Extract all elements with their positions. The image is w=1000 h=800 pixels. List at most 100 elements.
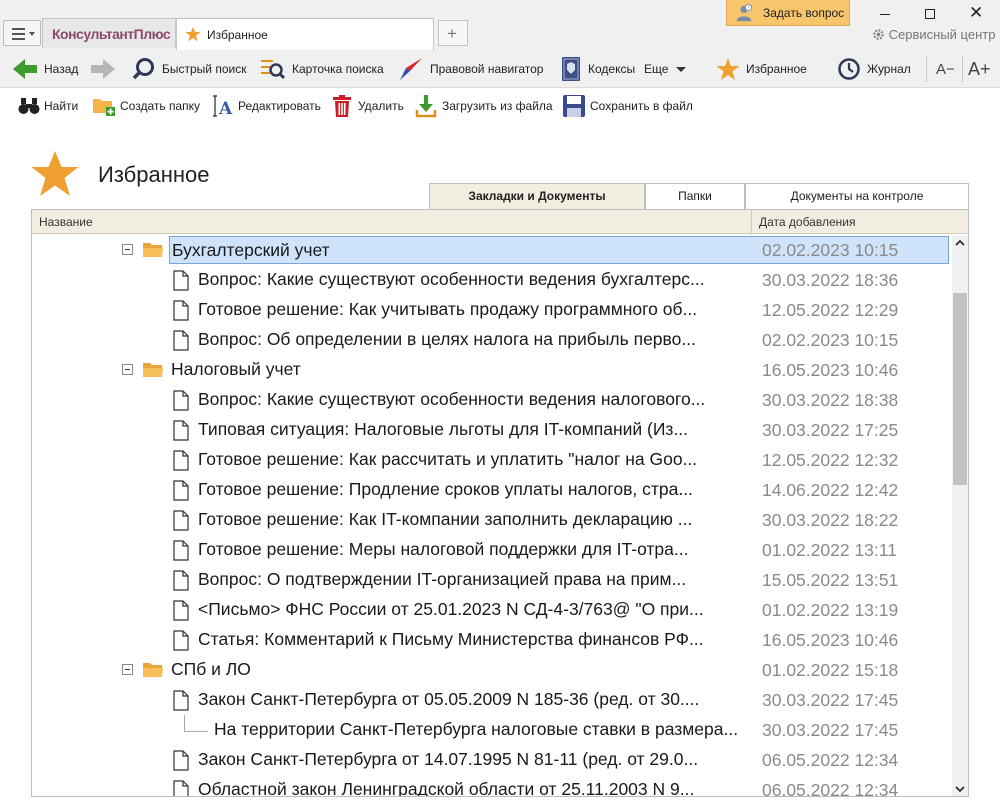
trash-icon	[333, 95, 351, 117]
close-button[interactable]: ✕	[960, 3, 990, 24]
row-title[interactable]: <Письмо> ФНС России от 25.01.2023 N СД-4…	[196, 596, 744, 624]
ask-question-label: Задать вопрос	[763, 6, 845, 20]
row-title[interactable]: Вопрос: Какие существуют особенности вед…	[196, 266, 744, 294]
forward-button[interactable]	[90, 50, 116, 88]
collapse-toggle[interactable]	[122, 664, 133, 675]
document-row[interactable]: Закон Санкт-Петербурга от 05.05.2009 N 1…	[32, 685, 952, 715]
favorites-star-icon	[31, 151, 79, 196]
minimize-button[interactable]	[870, 4, 900, 24]
document-row[interactable]: Областной закон Ленинградской области от…	[32, 775, 952, 796]
floppy-disk-icon	[563, 95, 585, 117]
row-title[interactable]: Вопрос: Какие существуют особенности вед…	[196, 386, 744, 414]
main-toolbar: Назад Быстрый поиск Карточка поиска Прав…	[0, 50, 1000, 88]
row-title[interactable]: Закон Санкт-Петербурга от 14.07.1995 N 8…	[196, 746, 744, 774]
document-row[interactable]: Вопрос: О подтверждении IT-организацией …	[32, 565, 952, 595]
folder-row[interactable]: СПб и ЛО 01.02.2022 15:18	[32, 655, 952, 685]
document-row[interactable]: Статья: Комментарий к Письму Министерств…	[32, 625, 952, 655]
quick-search-button[interactable]: Быстрый поиск	[132, 50, 246, 88]
document-row[interactable]: Типовая ситуация: Налоговые льготы для I…	[32, 415, 952, 445]
document-icon	[173, 750, 189, 771]
document-row[interactable]: Вопрос: Об определении в целях налога на…	[32, 325, 952, 355]
document-row[interactable]: Готовое решение: Как учитывать продажу п…	[32, 295, 952, 325]
new-tab-button[interactable]: +	[438, 20, 468, 46]
row-title[interactable]: Готовое решение: Продление сроков уплаты…	[196, 476, 744, 504]
minus-icon	[125, 249, 130, 250]
tab-controlled-documents[interactable]: Документы на контроле	[745, 183, 969, 210]
tab-folders[interactable]: Папки	[645, 183, 745, 210]
document-row[interactable]: Закон Санкт-Петербурга от 14.07.1995 N 8…	[32, 745, 952, 775]
back-button[interactable]: Назад	[12, 50, 78, 88]
scroll-up-icon[interactable]	[952, 235, 968, 251]
table-body: Бухгалтерский учет 02.02.2023 10:15 Вопрос…	[32, 235, 952, 796]
row-title[interactable]: Готовое решение: Как IT-компании заполни…	[196, 506, 744, 534]
create-folder-button[interactable]: Создать папку	[92, 92, 200, 120]
load-from-file-button[interactable]: Загрузить из файла	[414, 92, 553, 120]
tree-connector	[184, 715, 185, 731]
document-icon	[173, 450, 189, 471]
delete-button[interactable]: Удалить	[330, 92, 404, 120]
more-menu-button[interactable]: Еще	[644, 50, 688, 88]
legal-navigator-button[interactable]: Правовой навигатор	[398, 50, 543, 88]
scrollbar-thumb[interactable]	[953, 293, 967, 485]
ask-question-button[interactable]: ? Задать вопрос	[726, 0, 850, 26]
document-row[interactable]: Готовое решение: Продление сроков уплаты…	[32, 475, 952, 505]
chevron-down-icon	[29, 32, 35, 36]
row-title[interactable]: Статья: Комментарий к Письму Министерств…	[196, 626, 744, 654]
font-increase-button[interactable]: A+	[968, 50, 991, 88]
row-title[interactable]: На территории Санкт-Петербурга налоговые…	[212, 716, 742, 744]
main-menu-button[interactable]	[3, 20, 41, 46]
create-folder-label: Создать папку	[120, 99, 200, 113]
row-title[interactable]: Готовое решение: Как рассчитать и уплати…	[196, 446, 744, 474]
document-row[interactable]: Готовое решение: Как IT-компании заполни…	[32, 505, 952, 535]
row-title[interactable]: Готовое решение: Как учитывать продажу п…	[196, 296, 744, 324]
row-title[interactable]: Областной закон Ленинградской области от…	[196, 776, 744, 796]
codes-button[interactable]: Кодексы	[560, 50, 635, 88]
table-header: Название Дата добавления	[32, 210, 968, 234]
collapse-toggle[interactable]	[122, 244, 133, 255]
column-header-name[interactable]: Название	[39, 215, 93, 229]
find-button[interactable]: Найти	[18, 92, 78, 120]
favorites-label: Избранное	[746, 62, 807, 76]
document-row[interactable]: Вопрос: Какие существуют особенности вед…	[32, 385, 952, 415]
folder-row[interactable]: Налоговый учет 16.05.2023 10:46	[32, 355, 952, 385]
scroll-down-icon[interactable]	[952, 781, 968, 797]
service-center-link[interactable]: Сервисный центр	[872, 27, 995, 42]
column-divider[interactable]	[751, 210, 752, 234]
document-icon	[173, 570, 189, 591]
search-card-icon	[261, 60, 286, 80]
document-row[interactable]: Вопрос: Какие существуют особенности вед…	[32, 265, 952, 295]
favorites-table: Название Дата добавления Бухгалтерский у…	[31, 209, 969, 797]
journal-label: Журнал	[867, 62, 911, 76]
column-header-date[interactable]: Дата добавления	[759, 215, 855, 229]
favorites-button[interactable]: Избранное	[716, 50, 807, 88]
row-date: 16.05.2023 10:46	[762, 630, 899, 650]
clock-icon	[838, 58, 860, 80]
folder-row[interactable]: Бухгалтерский учет 02.02.2023 10:15	[32, 235, 952, 265]
minimize-icon	[880, 14, 890, 15]
search-card-button[interactable]: Карточка поиска	[260, 50, 384, 88]
document-row[interactable]: Готовое решение: Меры налоговой поддержк…	[32, 535, 952, 565]
tab-consultant-logo[interactable]: КонсультантПлюс	[42, 18, 176, 48]
row-title[interactable]: Типовая ситуация: Налоговые льготы для I…	[196, 416, 744, 444]
vertical-scrollbar[interactable]	[952, 235, 968, 797]
row-date: 30.03.2022 17:45	[762, 720, 899, 740]
edit-button[interactable]: A Редактировать	[210, 92, 321, 120]
row-title[interactable]: Вопрос: Об определении в целях налога на…	[196, 326, 744, 354]
collapse-toggle[interactable]	[122, 364, 133, 375]
document-row[interactable]: Готовое решение: Как рассчитать и уплати…	[32, 445, 952, 475]
row-title[interactable]: Закон Санкт-Петербурга от 05.05.2009 N 1…	[196, 686, 744, 714]
tab-bookmarks-documents[interactable]: Закладки и Документы	[429, 183, 645, 210]
journal-button[interactable]: Журнал	[837, 50, 911, 88]
row-title[interactable]: Готовое решение: Меры налоговой поддержк…	[196, 536, 744, 564]
document-row[interactable]: <Письмо> ФНС России от 25.01.2023 N СД-4…	[32, 595, 952, 625]
maximize-button[interactable]	[915, 4, 945, 24]
row-date: 14.06.2022 12:42	[762, 480, 899, 500]
save-to-file-button[interactable]: Сохранить в файл	[562, 92, 693, 120]
row-title[interactable]: Вопрос: О подтверждении IT-организацией …	[196, 566, 744, 594]
document-icon	[173, 690, 189, 711]
folder-icon	[143, 243, 163, 257]
bookmark-row[interactable]: На территории Санкт-Петербурга налоговые…	[32, 715, 952, 745]
save-to-file-label: Сохранить в файл	[590, 99, 693, 113]
font-decrease-button[interactable]: A−	[936, 50, 955, 88]
tab-favorites[interactable]: Избранное	[176, 18, 434, 50]
